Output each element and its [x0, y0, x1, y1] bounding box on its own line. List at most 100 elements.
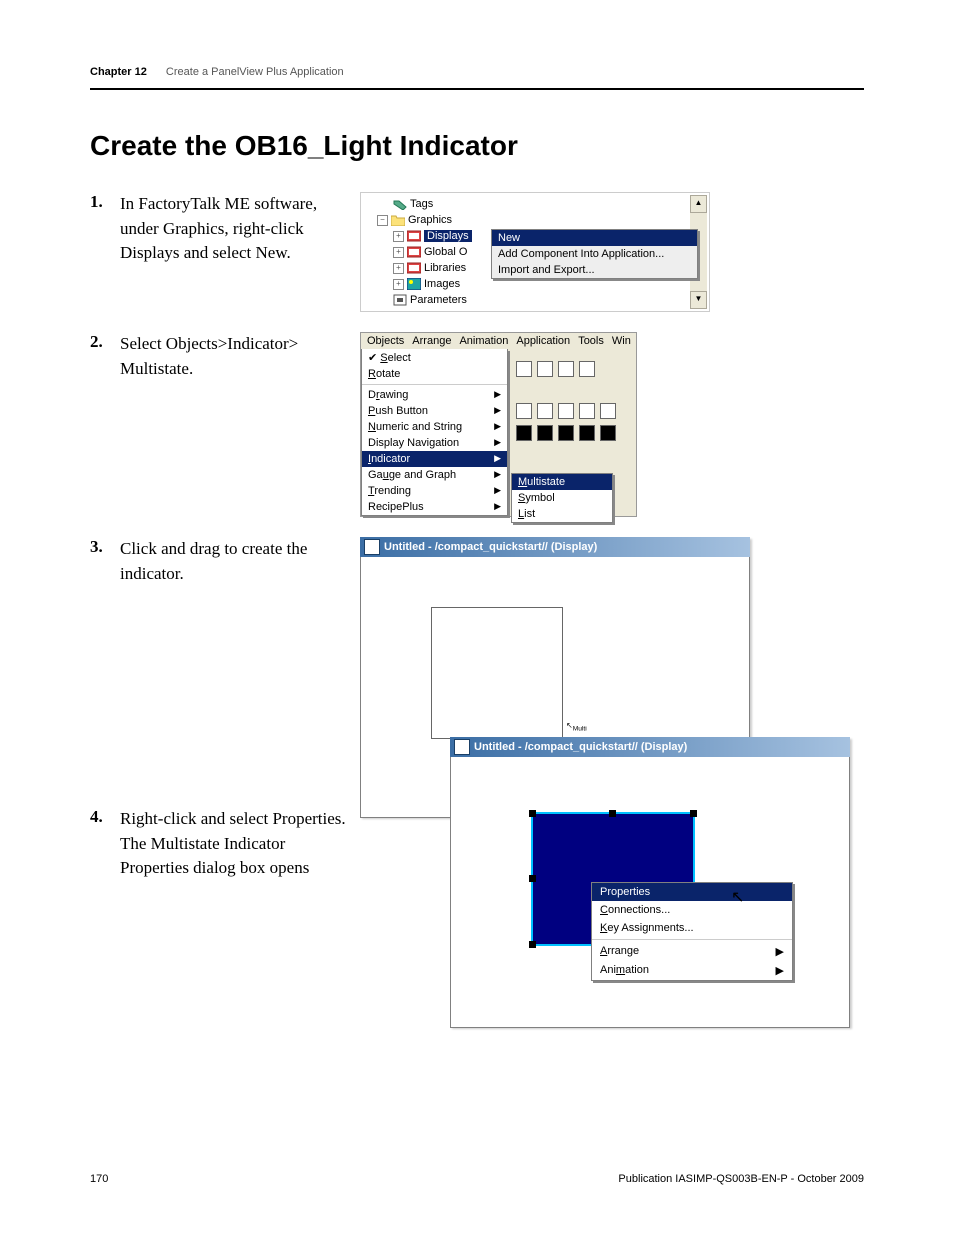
step-3: 3. Click and drag to create the indicato…	[90, 537, 864, 1037]
menu-item-add-component[interactable]: Add Component Into Application...	[492, 246, 697, 262]
ctx-animation[interactable]: Animation▶	[592, 961, 792, 980]
submenu-indicator: Multistate Symbol List	[511, 473, 613, 523]
step-2: 2. Select Objects>Indicator> Multistate.…	[90, 332, 864, 517]
chapter-title: Create a PanelView Plus Application	[166, 66, 344, 78]
toolbar-icon[interactable]: ⤓	[600, 425, 616, 441]
ctx-arrange[interactable]: Arrange▶	[592, 942, 792, 961]
step-text: Right-click and select Properties. The M…	[120, 807, 350, 881]
step-number: 4.	[90, 807, 120, 827]
menubar: Objects Arrange Animation Application To…	[361, 333, 636, 349]
menu-item-gauge[interactable]: Gauge and Graph▶	[362, 467, 507, 483]
submenu-item-multistate[interactable]: Multistate	[512, 474, 612, 490]
chapter-number: Chapter 12	[90, 66, 147, 78]
step-followup: The Multistate Indicator Properties dial…	[120, 834, 309, 878]
tree-label: Images	[424, 278, 460, 290]
resize-handle[interactable]	[529, 941, 536, 948]
scroll-up-icon[interactable]: ▲	[690, 195, 707, 213]
step-number: 2.	[90, 332, 120, 352]
expander-icon[interactable]: +	[393, 231, 404, 242]
toolbar-icon[interactable]	[579, 403, 595, 419]
menu-objects[interactable]: Objects	[367, 335, 404, 347]
page-number: 170	[90, 1173, 108, 1185]
menu-item-indicator[interactable]: Indicator▶	[362, 451, 507, 467]
expander-icon[interactable]: +	[393, 263, 404, 274]
toolbar-icon[interactable]: ▶	[537, 425, 553, 441]
toolbar-icon[interactable]	[600, 403, 616, 419]
menu-window[interactable]: Win	[612, 335, 631, 347]
parameters-icon	[393, 294, 407, 306]
toolbar-icon[interactable]: ▼	[558, 425, 574, 441]
folder-icon	[391, 214, 405, 226]
menu-separator	[362, 384, 507, 385]
figure-objects-menu: Objects Arrange Animation Application To…	[360, 332, 637, 517]
expander-icon[interactable]: +	[393, 247, 404, 258]
ctx-properties[interactable]: Properties	[592, 883, 792, 901]
tree-item-tags[interactable]: Tags	[365, 196, 705, 212]
scroll-down-icon[interactable]: ▼	[690, 291, 707, 309]
display-folder-icon	[407, 262, 421, 274]
tree-label-selected: Displays	[424, 230, 472, 242]
tree-item-parameters[interactable]: Parameters	[365, 292, 705, 308]
step-1: 1. In FactoryTalk ME software, under Gra…	[90, 192, 864, 312]
canvas[interactable]: Properties Connections... Key Assignment…	[450, 757, 850, 1028]
page-footer: 170 Publication IASIMP-QS003B-EN-P - Oct…	[90, 1173, 864, 1185]
step-text: In FactoryTalk ME software, under Graphi…	[120, 192, 350, 266]
tree-item-graphics[interactable]: − Graphics	[365, 212, 705, 228]
app-icon	[454, 739, 470, 755]
step-number: 3.	[90, 537, 120, 557]
window-title: Untitled - /compact_quickstart// (Displa…	[474, 741, 687, 753]
menu-item-import-export[interactable]: Import and Export...	[492, 262, 697, 278]
expander-icon[interactable]: −	[377, 215, 388, 226]
step-text: Select Objects>Indicator> Multistate.	[120, 332, 350, 381]
menu-item-drawing[interactable]: Drawing▶	[362, 387, 507, 403]
menu-separator	[592, 939, 792, 940]
tag-icon	[393, 198, 407, 210]
expander-icon[interactable]: +	[393, 279, 404, 290]
menu-item-select[interactable]: ✔ Select	[362, 349, 507, 366]
toolbar-icon[interactable]	[516, 361, 532, 377]
menu-item-recipe[interactable]: RecipePlus▶	[362, 499, 507, 515]
tree-label: Global O	[424, 246, 467, 258]
resize-handle[interactable]	[690, 810, 697, 817]
app-icon	[364, 539, 380, 555]
submenu-item-list[interactable]: List	[512, 506, 612, 522]
menu-item-display-nav[interactable]: Display Navigation▶	[362, 435, 507, 451]
toolbar-icon[interactable]	[558, 361, 574, 377]
context-menu-object: Properties Connections... Key Assignment…	[591, 882, 793, 981]
toolbar-icon[interactable]	[537, 403, 553, 419]
submenu-item-symbol[interactable]: Symbol	[512, 490, 612, 506]
tree-label: Libraries	[424, 262, 466, 274]
menu-item-numeric[interactable]: Numeric and String▶	[362, 419, 507, 435]
tree-label: Tags	[410, 198, 433, 210]
resize-handle[interactable]	[609, 810, 616, 817]
toolbar-icon[interactable]: ▲	[579, 425, 595, 441]
resize-handle[interactable]	[529, 875, 536, 882]
menu-tools[interactable]: Tools	[578, 335, 604, 347]
toolbar-icon[interactable]	[537, 361, 553, 377]
menu-arrange[interactable]: Arrange	[412, 335, 451, 347]
running-header: Chapter 12 Create a PanelView Plus Appli…	[90, 66, 864, 78]
step-number: 1.	[90, 192, 120, 212]
menu-item-push-button[interactable]: Push Button▶	[362, 403, 507, 419]
ctx-connections[interactable]: Connections...	[592, 901, 792, 919]
display-window-2: Untitled - /compact_quickstart// (Displa…	[450, 737, 850, 1027]
toolbar-icon[interactable]: ◀	[516, 425, 532, 441]
menu-animation[interactable]: Animation	[459, 335, 508, 347]
toolbar-icon[interactable]	[579, 361, 595, 377]
resize-handle[interactable]	[529, 810, 536, 817]
menu-application[interactable]: Application	[516, 335, 570, 347]
menu-item-new[interactable]: New	[492, 230, 697, 246]
cursor-icon: ↖	[731, 887, 744, 907]
step-text: Click and drag to create the indicator.	[120, 537, 350, 586]
menu-item-rotate[interactable]: Rotate	[362, 366, 507, 382]
window-title: Untitled - /compact_quickstart// (Displa…	[384, 541, 597, 553]
display-folder-icon	[407, 230, 421, 242]
display-folder-icon	[407, 246, 421, 258]
ctx-key-assignments[interactable]: Key Assignments...	[592, 919, 792, 937]
menu-item-trending[interactable]: Trending▶	[362, 483, 507, 499]
context-menu: New Add Component Into Application... Im…	[491, 229, 698, 279]
images-icon	[407, 278, 421, 290]
titlebar: Untitled - /compact_quickstart// (Displa…	[450, 737, 850, 757]
toolbar-icon[interactable]	[558, 403, 574, 419]
toolbar-icon[interactable]	[516, 403, 532, 419]
